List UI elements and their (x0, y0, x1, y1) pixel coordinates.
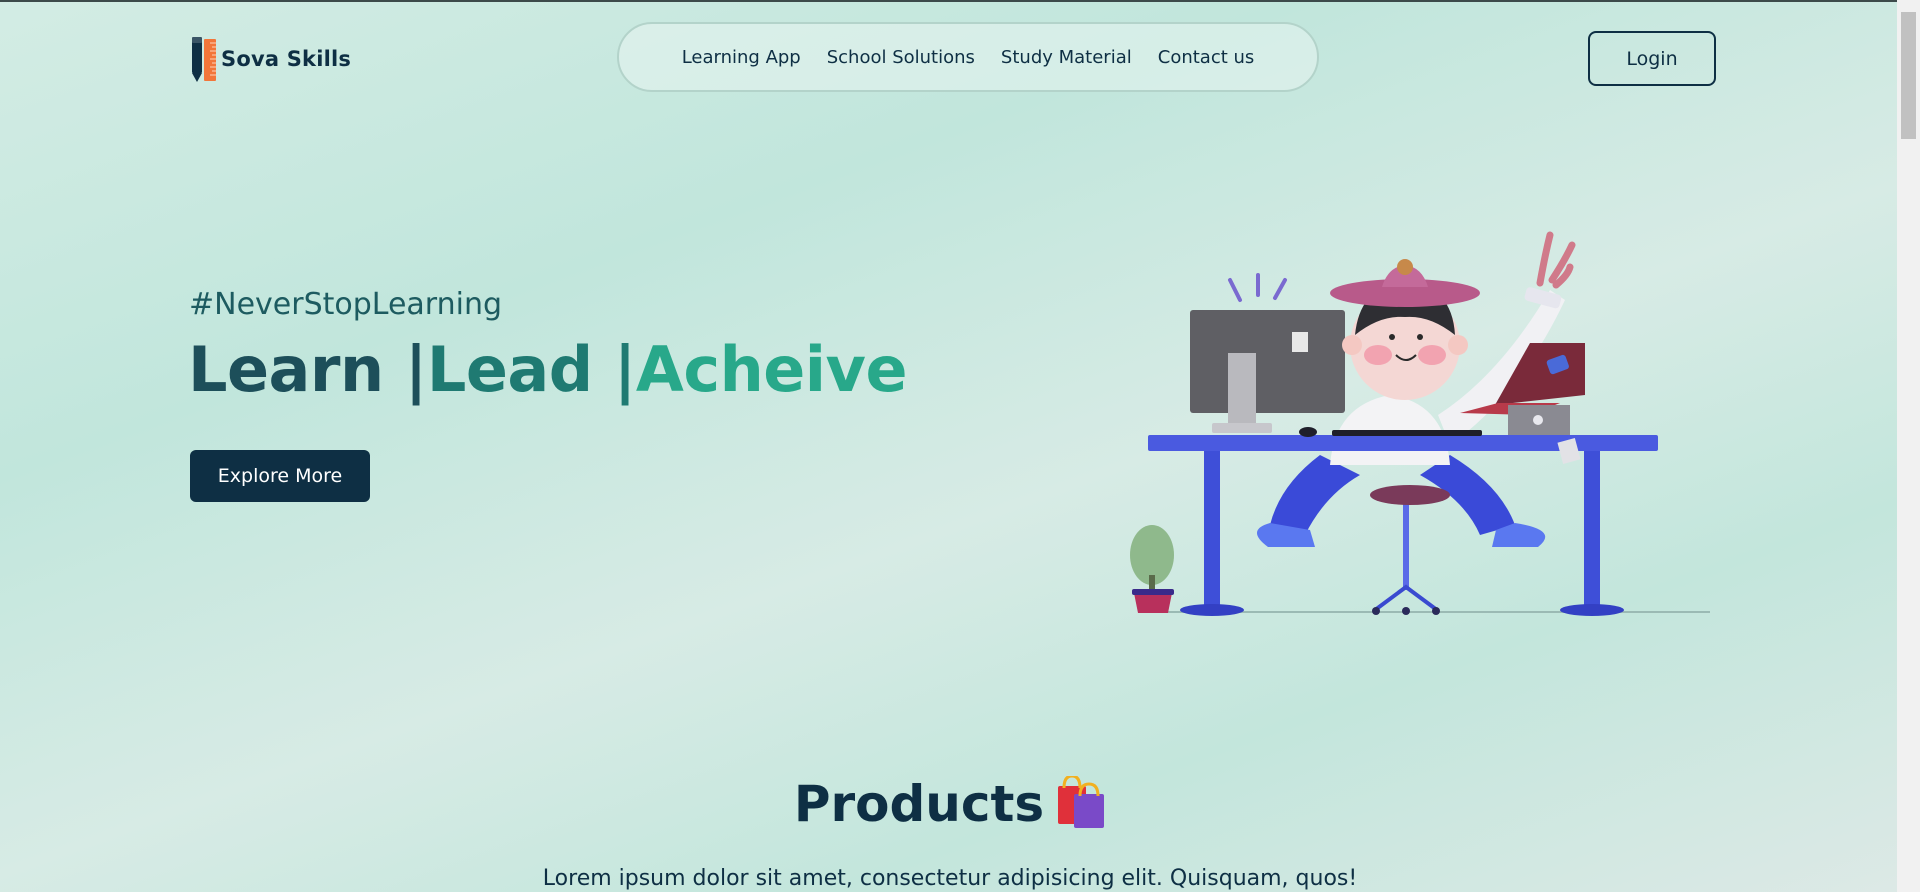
nav-contact-us[interactable]: Contact us (1158, 47, 1255, 68)
brand-name: Sova Skills (221, 47, 352, 71)
products-title-text: Products (793, 775, 1045, 833)
brand-logo[interactable]: Sova Skills (190, 34, 351, 84)
login-button[interactable]: Login (1588, 31, 1716, 86)
top-border (0, 0, 1920, 2)
hero-tagline: #NeverStopLearning (189, 287, 503, 322)
pencil-ruler-icon (190, 35, 218, 83)
nav-study-material[interactable]: Study Material (1001, 47, 1132, 68)
person-at-desk-illustration (1120, 225, 1720, 620)
scrollbar-thumb[interactable] (1901, 12, 1916, 139)
main-nav: Learning App School Solutions Study Mate… (617, 22, 1319, 92)
explore-more-button[interactable]: Explore More (190, 450, 370, 502)
headline-learn: Learn | (188, 333, 427, 406)
nav-school-solutions[interactable]: School Solutions (827, 47, 975, 68)
products-heading: Products (0, 773, 1900, 840)
hero-headline: Learn | Lead | Acheive (188, 333, 908, 406)
products-description: Lorem ipsum dolor sit amet, consectetur … (542, 866, 1358, 891)
headline-acheive: Acheive (635, 333, 908, 406)
nav-learning-app[interactable]: Learning App (682, 47, 801, 68)
headline-lead: Lead | (426, 333, 637, 406)
shopping-bags-icon (1056, 773, 1106, 840)
page-scrollbar[interactable] (1897, 0, 1920, 892)
